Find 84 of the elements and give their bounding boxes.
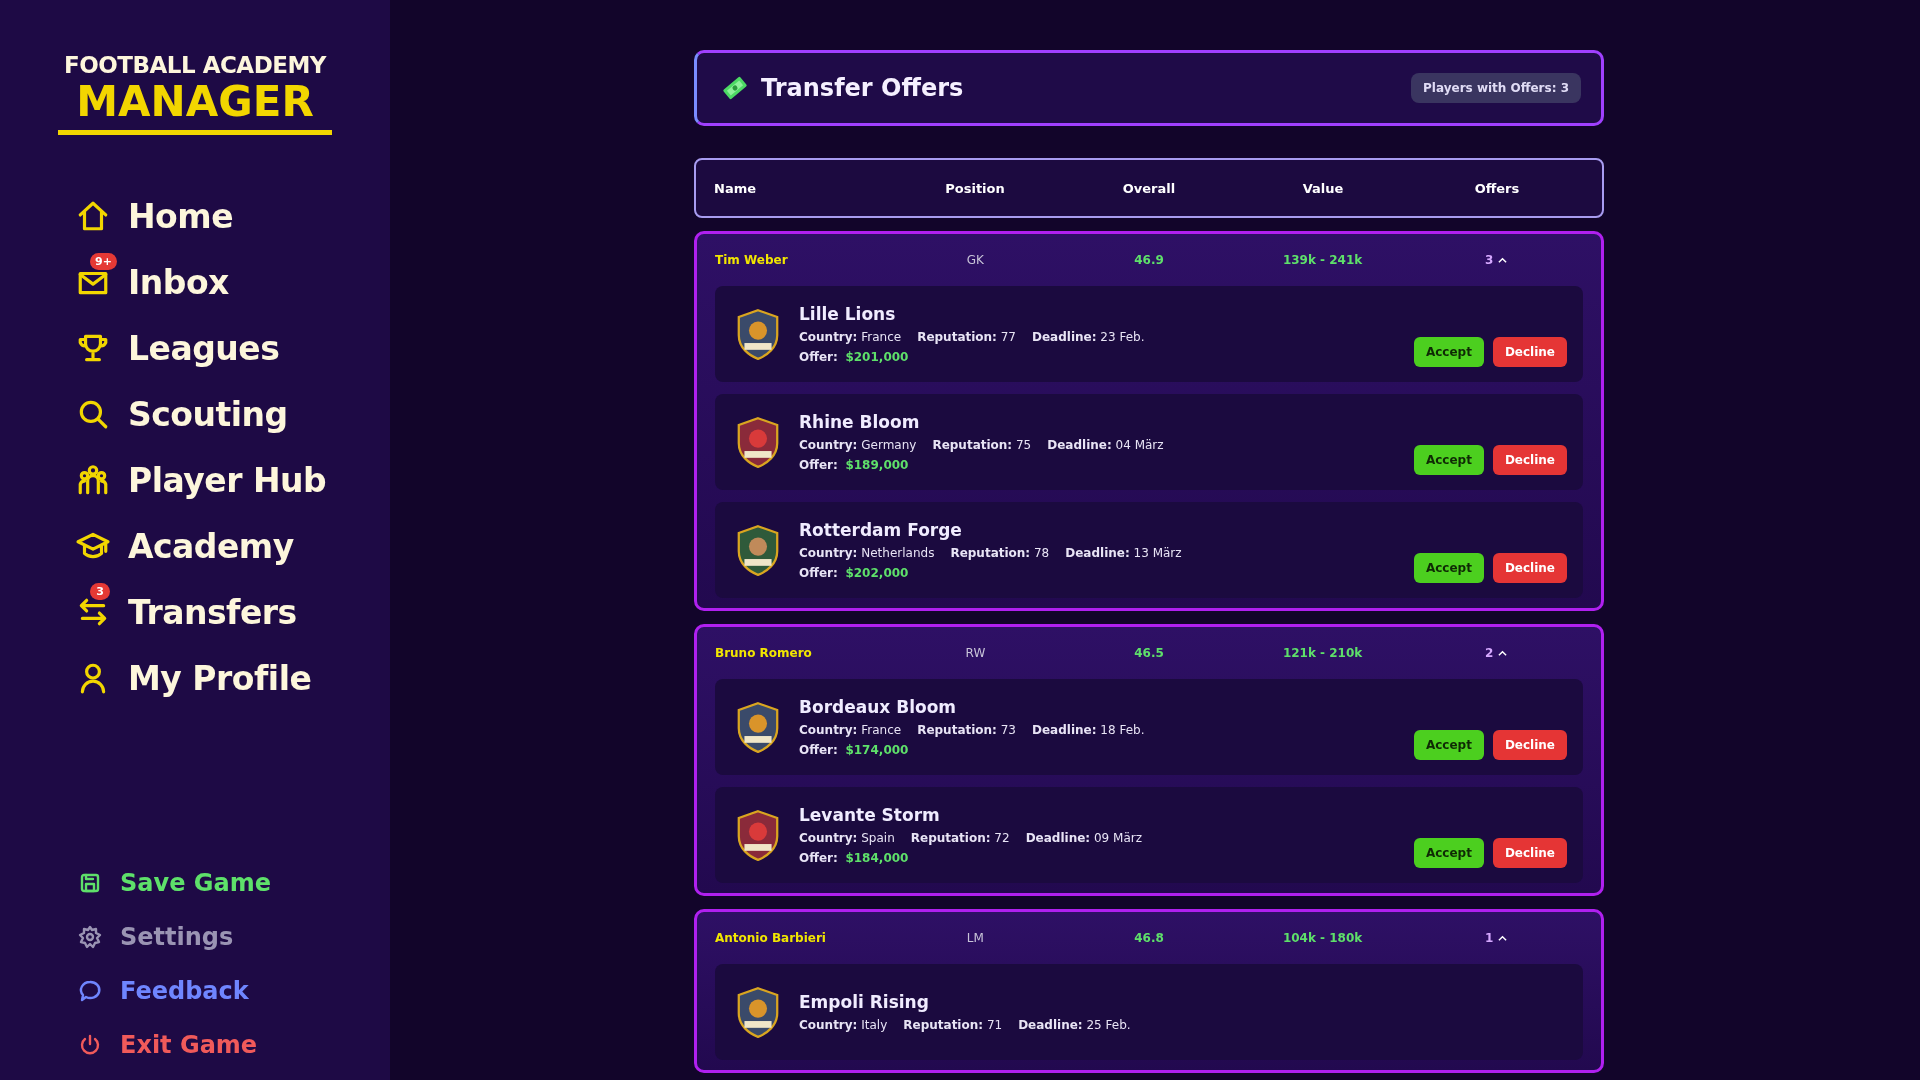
decline-button[interactable]: Decline — [1492, 730, 1567, 760]
page-title: Transfer Offers — [761, 74, 964, 102]
count-badge: 3 — [90, 583, 110, 601]
accept-button[interactable]: Accept — [1413, 730, 1484, 760]
country-text: Country: Germany — [799, 438, 917, 452]
nav-link[interactable]: Scouting — [76, 389, 390, 440]
country-text: Country: France — [799, 330, 902, 344]
player-value: 104k - 180k — [1281, 931, 1364, 945]
offers-toggle[interactable]: 2 — [1481, 644, 1512, 662]
country-text: Country: France — [799, 723, 902, 737]
nav-link[interactable]: Academy — [76, 521, 390, 572]
feedback-icon — [78, 979, 102, 1003]
column-header: Value — [1301, 180, 1345, 196]
save-icon — [78, 871, 102, 895]
reputation-text: Reputation: 75 — [932, 438, 1032, 452]
club-name: Empoli Rising — [799, 992, 930, 1012]
player-value: 121k - 210k — [1281, 646, 1364, 660]
player-overall: 46.8 — [1133, 931, 1165, 945]
offer-text: Offer: $184,000 — [799, 851, 909, 865]
deadline-text: Deadline: 04 März — [1047, 438, 1164, 452]
club-name: Levante Storm — [799, 805, 941, 825]
country-text: Country: Netherlands — [799, 546, 935, 560]
decline-button[interactable]: Decline — [1492, 838, 1567, 868]
club-name: Lille Lions — [799, 304, 897, 324]
offer-text: Offer: $202,000 — [799, 566, 909, 580]
reputation-text: Reputation: 78 — [950, 546, 1050, 560]
menu-link[interactable]: Feedback — [78, 976, 390, 1006]
accept-button[interactable]: Accept — [1413, 445, 1484, 475]
deadline-text: Deadline: 18 Feb. — [1032, 723, 1145, 737]
reputation-text: Reputation: 73 — [917, 723, 1016, 737]
app-title-main: MANAGER — [75, 78, 315, 127]
club-name: Rotterdam Forge — [799, 520, 963, 540]
club-name: Bordeaux Bloom — [799, 697, 958, 717]
nav-link[interactable]: My Profile — [76, 653, 390, 704]
player-position: LM — [965, 931, 985, 945]
player-overall: 46.9 — [1133, 253, 1165, 267]
decline-button[interactable]: Decline — [1492, 337, 1567, 367]
offers-count-badge: Players with Offers: 3 — [1411, 73, 1581, 103]
club-crest-icon — [735, 416, 781, 468]
country-text: Country: Italy — [799, 1018, 888, 1032]
deadline-text: Deadline: 23 Feb. — [1032, 330, 1145, 344]
club-crest-icon — [735, 986, 781, 1038]
country-text: Country: Spain — [799, 831, 895, 845]
accept-button[interactable]: Accept — [1413, 337, 1484, 367]
accept-button[interactable]: Accept — [1413, 838, 1484, 868]
column-header: Offers — [1473, 180, 1521, 196]
nav-link[interactable]: Leagues — [76, 323, 390, 374]
player-position: RW — [964, 646, 987, 660]
menu-link[interactable]: Save Game — [78, 868, 390, 898]
player-name: Antonio Barbieri — [715, 931, 827, 945]
accept-button[interactable]: Accept — [1413, 553, 1484, 583]
menu-link[interactable]: Settings — [78, 922, 390, 952]
player-value: 139k - 241k — [1281, 253, 1364, 267]
count-badge: 9+ — [90, 253, 117, 271]
reputation-text: Reputation: 77 — [917, 330, 1016, 344]
player-name: Tim Weber — [715, 253, 789, 267]
decline-button[interactable]: Decline — [1492, 445, 1567, 475]
club-name: Rhine Bloom — [799, 412, 921, 432]
deadline-text: Deadline: 25 Feb. — [1018, 1018, 1131, 1032]
offer-text: Offer: $189,000 — [799, 458, 909, 472]
offers-toggle[interactable]: 3 — [1481, 251, 1512, 269]
reputation-text: Reputation: 72 — [910, 831, 1010, 845]
player-name: Bruno Romero — [715, 646, 813, 660]
club-crest-icon — [735, 809, 781, 861]
decline-button[interactable]: Decline — [1492, 553, 1567, 583]
deadline-text: Deadline: 13 März — [1065, 546, 1182, 560]
club-crest-icon — [735, 701, 781, 753]
nav-link[interactable]: Home — [76, 191, 390, 242]
nav-link[interactable]: Player Hub — [76, 455, 390, 506]
club-crest-icon — [735, 308, 781, 360]
settings-icon — [78, 925, 102, 949]
offer-text: Offer: $174,000 — [799, 743, 909, 757]
player-overall: 46.5 — [1133, 646, 1165, 660]
player-position: GK — [965, 253, 985, 267]
reputation-text: Reputation: 71 — [903, 1018, 1003, 1032]
club-crest-icon — [735, 524, 781, 576]
column-header: Overall — [1121, 180, 1177, 196]
offers-toggle[interactable]: 1 — [1481, 929, 1512, 947]
column-header: Position — [944, 180, 1006, 196]
deadline-text: Deadline: 09 März — [1025, 831, 1142, 845]
menu-link[interactable]: Exit Game — [78, 1030, 390, 1060]
offer-text: Offer: $201,000 — [799, 350, 909, 364]
app-title: FOOTBALL ACADEMY — [63, 52, 328, 78]
column-header: Name — [714, 180, 757, 196]
